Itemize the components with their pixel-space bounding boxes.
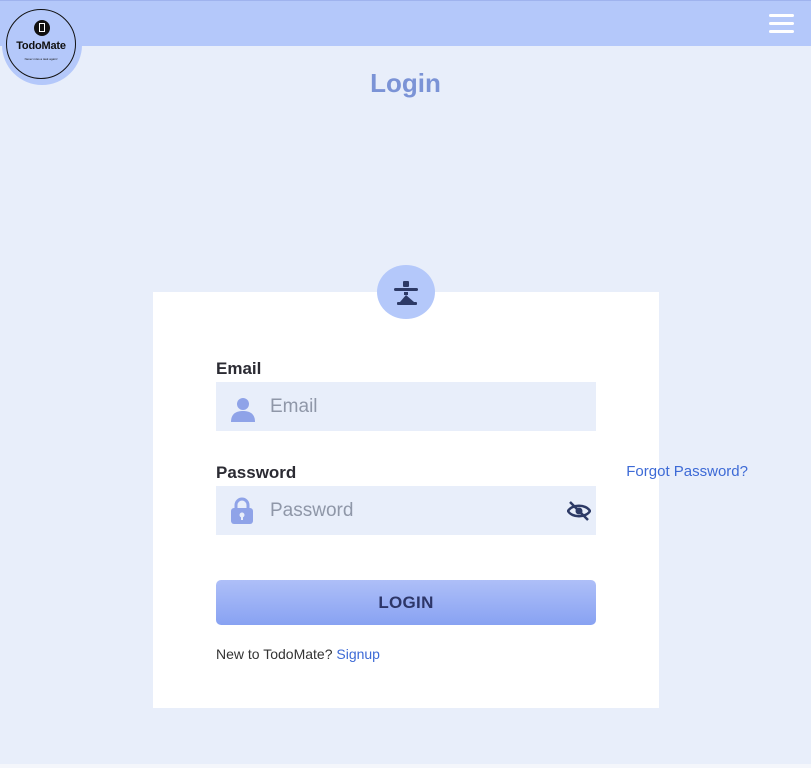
signup-prompt-text: New to TodoMate? [216,646,333,662]
user-icon [231,398,255,422]
page-title: Login [370,68,441,98]
email-field-wrapper [216,382,596,431]
password-input[interactable] [270,486,560,535]
email-input[interactable] [270,382,560,431]
lock-icon [231,497,253,524]
user-tie-icon [377,265,435,319]
logo-tagline: Never miss a task again! [24,57,58,61]
logo-circle: TodoMate Never miss a task again! [6,9,76,79]
forgot-password-link[interactable]: Forgot Password? [626,463,748,480]
top-bar [0,0,811,46]
signup-prompt: New to TodoMate? Signup [216,646,380,662]
login-button[interactable]: LOGIN [216,580,596,625]
hamburger-icon[interactable] [769,14,794,34]
password-label: Password [216,463,297,482]
signup-link[interactable]: Signup [336,646,380,662]
app-logo[interactable]: TodoMate Never miss a task again! [2,5,82,85]
eye-slash-icon[interactable] [567,501,591,521]
clipboard-icon [34,20,50,36]
password-field-wrapper [216,486,596,535]
logo-name: TodoMate [16,40,66,52]
bottom-divider [0,764,811,768]
email-label: Email [216,359,262,378]
